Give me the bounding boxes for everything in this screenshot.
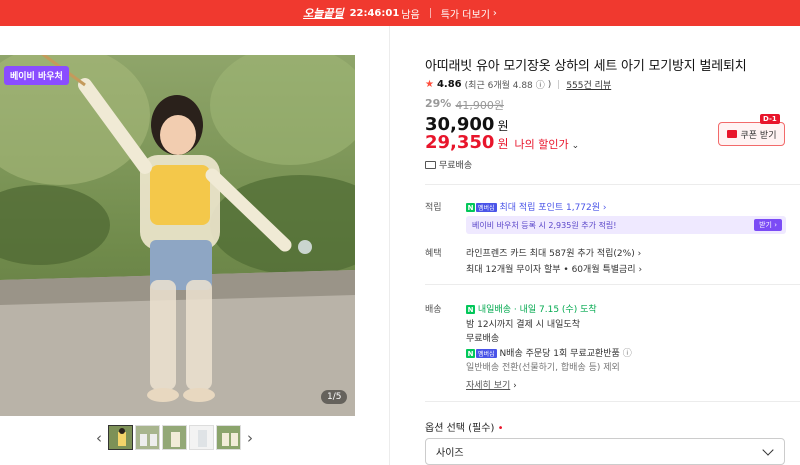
thumbnail-5[interactable]: [216, 425, 241, 450]
thumbnail-1[interactable]: [108, 425, 133, 450]
deal-logo: 오늘끝딜: [303, 7, 344, 20]
perks-label: 혜택: [425, 249, 442, 259]
chevron-down-icon: ⌄: [571, 141, 580, 151]
chevron-right-icon: ›: [638, 265, 643, 275]
required-mark: •: [497, 423, 504, 434]
arrival-date: · 내일 7.15 (수) 도착: [513, 305, 597, 315]
product-photo: [0, 55, 355, 416]
thumbnail-3[interactable]: [162, 425, 187, 450]
main-product-image[interactable]: [0, 55, 355, 416]
rating-recent: (최근 6개월 4.88: [464, 81, 533, 91]
delivery-exclude: 일반배송 전환(선물하기, 합배송 등) 제외: [466, 363, 620, 373]
voucher-receive-button[interactable]: 받기 ›: [754, 219, 782, 231]
my-price-label: 나의 할인가: [514, 138, 569, 151]
voucher-text: 베이비 바우처 등록 시 2,935원 추가 적립!: [472, 220, 617, 230]
product-title: 아띠래빗 유아 모기장옷 상하의 세트 아기 모기방지 벌레퇴치: [425, 59, 747, 74]
thumbnail-4[interactable]: [189, 425, 214, 450]
info-icon[interactable]: ⓘ: [536, 78, 545, 91]
more-deals-label: 특가 더보기: [440, 9, 490, 21]
naver-n-badge: N: [466, 305, 475, 314]
perk-card-text: 라인프렌즈 카드 최대 587원 추가 적립(2%): [466, 249, 635, 259]
discount-rate: 29%: [425, 97, 452, 110]
divider: [425, 184, 800, 185]
star-icon: ★: [425, 79, 434, 90]
truck-icon: [425, 160, 436, 169]
thumbnail-2[interactable]: [135, 425, 160, 450]
chevron-right-icon: ›: [492, 7, 497, 19]
my-price-unit: 원: [497, 137, 509, 151]
delivery-label: 배송: [425, 305, 442, 315]
rating-score: 4.86: [436, 79, 462, 90]
details-label: 자세히 보기: [466, 381, 511, 391]
coupon-label: 쿠폰 받기: [740, 130, 777, 141]
chevron-right-icon: ›: [602, 203, 607, 213]
tomorrow-badge: 내일배송: [477, 305, 511, 315]
points-label: 적립: [425, 203, 442, 213]
naver-n-icon: N: [466, 349, 475, 358]
product-info-panel: 아띠래빗 유아 모기장옷 상하의 세트 아기 모기방지 벌레퇴치 ★ 4.86 …: [425, 26, 800, 465]
voucher-banner[interactable]: 베이비 바우처 등록 시 2,935원 추가 적립! 받기 ›: [466, 216, 786, 234]
naver-membership-badge: N 멤버십: [466, 203, 497, 212]
perk-installment-link[interactable]: 최대 12개월 무이자 할부 • 60개월 특별금리 ›: [466, 262, 642, 275]
size-select-value: 사이즈: [436, 448, 464, 459]
delivery-free: 무료배송: [466, 334, 500, 344]
review-count-link[interactable]: 555건 리뷰: [566, 78, 611, 91]
original-price: 41,900원: [455, 99, 504, 112]
exchange-text: N배송 주문당 1회 무료교환반품: [499, 349, 620, 359]
baby-voucher-badge: 베이비 바우처: [4, 66, 69, 85]
naver-n-icon: N: [466, 203, 475, 212]
points-text: 최대 적립 포인트 1,772원: [499, 203, 601, 213]
thumbnail-strip: ‹ ›: [92, 425, 257, 450]
divider: [389, 26, 390, 465]
dday-badge: D-1: [760, 114, 780, 124]
coupon-button[interactable]: 쿠폰 받기: [718, 122, 785, 146]
divider: [429, 8, 431, 18]
naver-n-icon: N: [466, 305, 475, 314]
free-shipping-text: 무료배송: [439, 161, 473, 171]
rating-row: ★ 4.86 (최근 6개월 4.88 ⓘ) 555건 리뷰: [425, 78, 611, 91]
naver-membership-badge: N 멤버십: [466, 349, 497, 358]
perk-card-link[interactable]: 라인프렌즈 카드 최대 587원 추가 적립(2%) ›: [466, 246, 641, 259]
info-icon[interactable]: ⓘ: [623, 349, 632, 359]
deal-timer: 22:46:01: [349, 7, 400, 19]
thumb-prev-button[interactable]: ‹: [92, 426, 106, 450]
free-shipping-row: 무료배송: [425, 158, 472, 171]
rating-recent-close: ): [547, 79, 552, 90]
membership-icon: 멤버십: [476, 203, 497, 212]
divider: [425, 284, 800, 285]
chevron-down-icon: [762, 444, 774, 456]
delivery-details-link[interactable]: 자세히 보기 ›: [466, 378, 517, 391]
size-select[interactable]: 사이즈: [425, 438, 785, 465]
deal-banner[interactable]: 오늘끝딜 22:46:01 남음 특가 더보기 ›: [0, 0, 800, 26]
exchange-row: N 멤버십 N배송 주문당 1회 무료교환반품 ⓘ: [466, 346, 632, 359]
deal-timer-suffix: 남음: [401, 9, 420, 21]
chevron-right-icon: ›: [637, 249, 642, 259]
image-counter: 1/5: [321, 390, 348, 404]
option-label-text: 옵션 선택 (필수): [425, 423, 495, 434]
points-link[interactable]: N 멤버십 최대 적립 포인트 1,772원 ›: [466, 200, 607, 213]
discount-row: 29% 41,900원: [425, 97, 504, 113]
my-price-value: 29,350: [425, 132, 495, 153]
my-discount-price[interactable]: 29,350 원 나의 할인가 ⌄: [425, 132, 579, 153]
chevron-right-icon: ›: [513, 381, 517, 391]
tomorrow-delivery-row: N 내일배송 · 내일 7.15 (수) 도착: [466, 302, 597, 315]
option-label: 옵션 선택 (필수) •: [425, 419, 503, 434]
divider: [558, 80, 560, 89]
perk-installment-text: 최대 12개월 무이자 할부 • 60개월 특별금리: [466, 265, 636, 275]
more-deals-link[interactable]: 특가 더보기 ›: [441, 6, 497, 21]
thumb-next-button[interactable]: ›: [243, 426, 257, 450]
divider: [425, 401, 800, 402]
delivery-cutoff: 밤 12시까지 결제 시 내일도착: [466, 320, 580, 330]
coupon-icon: [726, 130, 737, 138]
membership-icon: 멤버십: [476, 349, 497, 358]
